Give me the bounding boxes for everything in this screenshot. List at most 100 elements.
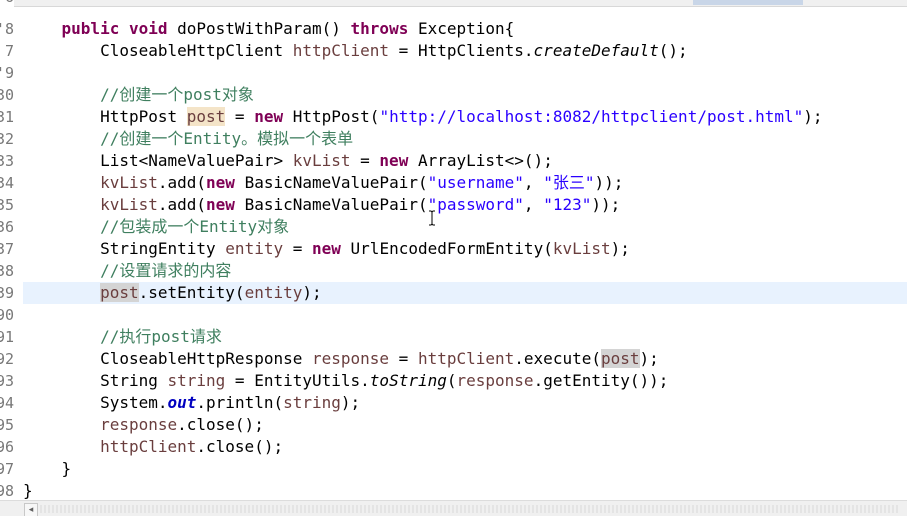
- code-text: =: [350, 151, 380, 170]
- static-method: createDefault: [533, 41, 659, 60]
- keyword: new: [206, 173, 235, 192]
- static-method: toString: [369, 371, 447, 390]
- code-text: =: [225, 107, 255, 126]
- code-text: String: [100, 371, 168, 390]
- line-number: 7: [4, 42, 14, 60]
- java-code-editor[interactable]: 6 7 '9 30 31 32 33 34 35 36 37 38 39 90 …: [0, 0, 907, 516]
- code-text: );: [302, 283, 322, 302]
- line-number: 96: [0, 438, 14, 456]
- local-variable: kvList: [292, 151, 351, 170]
- line-number: '8: [0, 20, 14, 38]
- code-line[interactable]: [23, 304, 907, 326]
- code-line[interactable]: String string = EntityUtils.toString(res…: [23, 370, 907, 392]
- local-variable-occurrence: post: [600, 349, 640, 368]
- comment: //创建一个Entity。模拟一个表单: [100, 129, 354, 148]
- line-number: 32: [0, 130, 14, 148]
- code-text: );: [610, 239, 630, 258]
- scrollbar-track[interactable]: [40, 505, 900, 513]
- code-text: .close();: [196, 437, 284, 456]
- code-line[interactable]: //设置请求的内容: [23, 260, 907, 282]
- code-text: .getEntity());: [533, 371, 669, 390]
- line-number: 34: [0, 174, 14, 192]
- code-line[interactable]: }: [23, 458, 907, 480]
- closing-brace: }: [23, 481, 33, 500]
- line-number: 92: [0, 350, 14, 368]
- code-text: ));: [591, 195, 621, 214]
- line-number-gutter: 6 7 '9 30 31 32 33 34 35 36 37 38 39 90 …: [0, 0, 14, 500]
- local-variable: response: [311, 349, 390, 368]
- keyword: void: [128, 19, 168, 38]
- comment: //设置请求的内容: [100, 261, 232, 280]
- code-line[interactable]: [23, 62, 907, 84]
- code-line[interactable]: httpClient.close();: [23, 436, 907, 458]
- code-line[interactable]: StringEntity entity = new UrlEncodedForm…: [23, 238, 907, 260]
- scroll-left-arrow-icon[interactable]: ◂: [24, 503, 38, 516]
- code-text: ();: [658, 41, 688, 60]
- local-variable: string: [283, 393, 341, 412]
- code-line[interactable]: kvList.add(new BasicNameValuePair("usern…: [23, 172, 907, 194]
- code-line[interactable]: System.out.println(string);: [23, 392, 907, 414]
- string-literal: "123": [543, 195, 592, 214]
- string-literal: "password": [427, 195, 524, 214]
- code-line[interactable]: List<NameValuePair> kvList = new ArrayLi…: [23, 150, 907, 172]
- line-number: 36: [0, 218, 14, 236]
- code-text: ArrayList<>();: [408, 151, 553, 170]
- string-literal: "张三": [543, 173, 595, 192]
- local-variable: httpClient: [417, 349, 515, 368]
- code-line[interactable]: //创建一个Entity。模拟一个表单: [23, 128, 907, 150]
- line-number: '9: [0, 64, 14, 82]
- code-line[interactable]: //创建一个post对象: [23, 84, 907, 106]
- local-variable: kvList: [100, 173, 158, 192]
- code-text: = HttpClients.: [389, 41, 534, 60]
- horizontal-scrollbar[interactable]: ◂: [0, 500, 907, 516]
- code-text: List<NameValuePair>: [100, 151, 293, 170]
- code-text: .add(: [157, 173, 207, 192]
- code-text: BasicNameValuePair(: [234, 173, 428, 192]
- code-line[interactable]: response.close();: [23, 414, 907, 436]
- code-text: .execute(: [514, 349, 601, 368]
- keyword: new: [206, 195, 235, 214]
- code-line[interactable]: //执行post请求: [23, 326, 907, 348]
- code-text: (: [446, 371, 457, 390]
- local-variable-occurrence: post: [100, 283, 139, 302]
- code-line[interactable]: }: [23, 480, 907, 502]
- closing-brace: }: [61, 459, 72, 478]
- code-text: StringEntity: [100, 239, 226, 258]
- local-variable: kvList: [100, 195, 158, 214]
- code-line[interactable]: //包装成一个Entity对象: [23, 216, 907, 238]
- line-number: 38: [0, 262, 14, 280]
- current-code-line[interactable]: post.setEntity(entity);: [23, 282, 907, 304]
- line-number: 39: [0, 284, 14, 302]
- code-text: CloseableHttpClient: [100, 41, 293, 60]
- code-text: UrlEncodedFormEntity(: [340, 239, 553, 258]
- code-area[interactable]: public void doPostWithParam() throws Exc…: [23, 0, 907, 500]
- code-text: );: [639, 349, 659, 368]
- local-variable: httpClient: [100, 437, 197, 456]
- comment: //包装成一个Entity对象: [100, 217, 290, 236]
- code-text: .add(: [157, 195, 207, 214]
- local-variable-highlighted: post: [186, 107, 226, 126]
- code-line[interactable]: CloseableHttpResponse response = httpCli…: [23, 348, 907, 370]
- line-number: 35: [0, 196, 14, 214]
- code-text: = EntityUtils.: [225, 371, 370, 390]
- code-line[interactable]: public void doPostWithParam() throws Exc…: [23, 18, 907, 40]
- code-text: CloseableHttpResponse: [100, 349, 312, 368]
- keyword: new: [254, 107, 284, 126]
- line-number: 37: [0, 240, 14, 258]
- code-text: ,: [523, 173, 544, 192]
- local-variable: response: [100, 415, 178, 434]
- comment: //执行post请求: [100, 327, 222, 346]
- keyword: throws: [350, 19, 409, 38]
- local-variable: response: [456, 371, 534, 390]
- local-variable: entity: [225, 239, 284, 258]
- code-line[interactable]: CloseableHttpClient httpClient = HttpCli…: [23, 40, 907, 62]
- code-text: =: [283, 239, 312, 258]
- code-text: ));: [594, 173, 624, 192]
- string-literal: "http://localhost:8082/httpclient/post.h…: [379, 107, 804, 126]
- keyword: new: [312, 239, 341, 258]
- local-variable: httpClient: [292, 41, 390, 60]
- code-text: ,: [523, 195, 544, 214]
- code-line[interactable]: kvList.add(new BasicNameValuePair("passw…: [23, 194, 907, 216]
- code-line[interactable]: HttpPost post = new HttpPost("http://loc…: [23, 106, 907, 128]
- code-text: .close();: [177, 415, 264, 434]
